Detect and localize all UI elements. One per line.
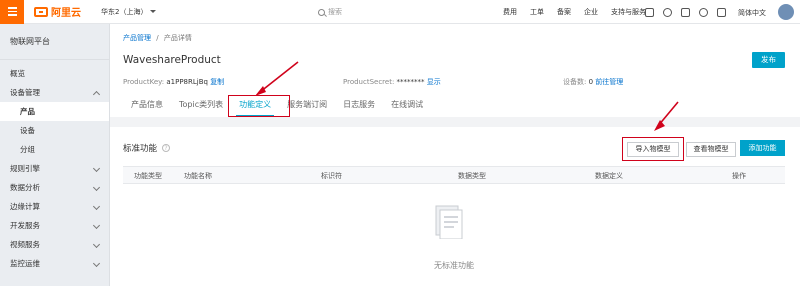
search-icon xyxy=(318,8,325,16)
sidebar-item-rule-engine[interactable]: 规则引擎 xyxy=(0,159,109,178)
sidebar-item-label: 规则引擎 xyxy=(10,164,40,173)
show-secret-link[interactable]: 显示 xyxy=(427,78,441,86)
bell-icon[interactable] xyxy=(663,7,672,17)
column-header: 标识符 xyxy=(321,172,342,180)
product-key-label: ProductKey: xyxy=(123,78,165,86)
tab-log-service[interactable]: 日志服务 xyxy=(335,94,383,117)
main-content: 产品管理 / 产品详情 WaveshareProduct 发布 ProductK… xyxy=(110,24,800,286)
import-highlight-box xyxy=(622,137,684,161)
sidebar-item-edge-computing[interactable]: 边缘计算 xyxy=(0,197,109,216)
sidebar-item-device-management[interactable]: 设备管理 xyxy=(0,83,109,102)
breadcrumb-product-management[interactable]: 产品管理 xyxy=(123,34,151,42)
column-header: 数据类型 xyxy=(458,172,486,180)
sidebar-item-label: 视频服务 xyxy=(10,240,40,249)
publish-button[interactable]: 发布 xyxy=(752,52,785,68)
nav-link-fees[interactable]: 费用 xyxy=(503,7,517,17)
chevron-down-icon xyxy=(92,183,101,192)
home-icon[interactable] xyxy=(717,7,726,17)
sidebar-item-label: 数据分析 xyxy=(10,183,40,192)
language-switch[interactable]: 简体中文 xyxy=(738,8,766,18)
help-icon[interactable]: ? xyxy=(162,144,171,152)
add-function-button[interactable]: 添加功能 xyxy=(740,140,785,156)
product-key-value: a1PP8RLjBq xyxy=(166,78,208,86)
product-secret-value: ******** xyxy=(396,78,425,86)
column-header: 数据定义 xyxy=(595,172,623,180)
nav-link-tickets[interactable]: 工单 xyxy=(530,7,544,17)
chevron-down-icon xyxy=(150,10,157,13)
sidebar-item-device[interactable]: 设备 xyxy=(0,121,109,140)
product-key-info: ProductKey: a1PP8RLjBq 复制 xyxy=(123,77,224,87)
top-bar: 阿里云 华东2（上海） 搜索 费用 工单 备案 企业 支持与服务 简体中文 xyxy=(0,0,800,24)
page-title: WaveshareProduct xyxy=(123,54,221,66)
sidebar-item-data-analysis[interactable]: 数据分析 xyxy=(0,178,109,197)
table-header: 功能类型 功能名称 标识符 数据类型 数据定义 操作 xyxy=(123,166,785,184)
breadcrumb-separator: / xyxy=(156,34,159,42)
aliyun-logo[interactable]: 阿里云 xyxy=(34,4,81,19)
nav-link-support[interactable]: 支持与服务 xyxy=(611,7,646,17)
breadcrumb-product-detail: 产品详情 xyxy=(163,34,192,42)
chevron-down-icon xyxy=(92,202,101,211)
tab-online-debug[interactable]: 在线调试 xyxy=(383,94,431,117)
sidebar-item-label: 概览 xyxy=(10,69,25,78)
sidebar-item-overview[interactable]: 概览 xyxy=(0,64,109,83)
nav-link-filing[interactable]: 备案 xyxy=(557,7,571,17)
sidebar-item-label: 监控运维 xyxy=(10,259,40,268)
sidebar-item-label: 设备管理 xyxy=(10,88,40,97)
empty-state-text: 无标准功能 xyxy=(434,261,474,270)
product-secret-label: ProductSecret: xyxy=(343,78,395,86)
sidebar-item-video-services[interactable]: 视频服务 xyxy=(0,235,109,254)
aliyun-logo-icon xyxy=(34,6,48,17)
sidebar-item-label: 分组 xyxy=(20,145,35,154)
device-count-info: 设备数: 0 前往管理 xyxy=(563,77,623,87)
product-header: 产品管理 / 产品详情 WaveshareProduct 发布 ProductK… xyxy=(110,24,800,117)
sidebar: 物联网平台 概览 设备管理 产品 设备 分组 规则引擎 数据分析 边缘计算 开发… xyxy=(0,24,110,286)
section-title: 标准功能 ? xyxy=(123,142,171,154)
column-header: 功能类型 xyxy=(134,172,162,180)
sidebar-item-label: 设备 xyxy=(20,126,35,135)
region-label: 华东2（上海） xyxy=(101,7,148,16)
cart-icon[interactable] xyxy=(681,7,690,17)
region-selector[interactable]: 华东2（上海） xyxy=(101,7,157,17)
chevron-up-icon xyxy=(92,90,101,99)
sidebar-item-group[interactable]: 分组 xyxy=(0,140,109,159)
terminal-icon[interactable] xyxy=(645,7,654,17)
device-count-value: 0 xyxy=(588,78,594,86)
top-nav-links: 费用 工单 备案 企业 支持与服务 xyxy=(503,0,659,24)
column-header: 操作 xyxy=(732,172,746,180)
breadcrumb: 产品管理 / 产品详情 xyxy=(123,33,192,43)
sidebar-title: 物联网平台 xyxy=(0,24,109,60)
manage-devices-link[interactable]: 前往管理 xyxy=(595,78,623,86)
sidebar-item-product[interactable]: 产品 xyxy=(0,102,109,121)
empty-document-icon xyxy=(435,205,463,239)
copy-link[interactable]: 复制 xyxy=(210,78,224,86)
search-bar[interactable]: 搜索 xyxy=(318,7,342,17)
section-title-text: 标准功能 xyxy=(123,144,158,154)
column-header: 功能名称 xyxy=(184,172,212,180)
product-secret-info: ProductSecret: ******** 显示 xyxy=(343,77,441,87)
logo-text: 阿里云 xyxy=(51,8,81,19)
tab-product-info[interactable]: 产品信息 xyxy=(123,94,171,117)
avatar[interactable] xyxy=(778,4,794,20)
chevron-down-icon xyxy=(92,221,101,230)
sidebar-item-label: 产品 xyxy=(20,107,35,116)
top-icon-group xyxy=(645,0,726,24)
chevron-down-icon xyxy=(92,164,101,173)
tab-highlight-box xyxy=(228,95,290,117)
menu-icon[interactable] xyxy=(0,0,24,24)
help-icon[interactable] xyxy=(699,7,708,17)
function-panel: 标准功能 ? 导入物模型 查看物模型 添加功能 功能类型 功能名称 标识符 数据… xyxy=(110,127,800,286)
search-input[interactable]: 搜索 xyxy=(328,7,342,17)
chevron-down-icon xyxy=(92,240,101,249)
device-count-label: 设备数: xyxy=(563,78,587,86)
sidebar-item-label: 边缘计算 xyxy=(10,202,40,211)
chevron-down-icon xyxy=(92,259,101,268)
view-model-button[interactable]: 查看物模型 xyxy=(686,142,736,157)
tab-topic-list[interactable]: Topic类列表 xyxy=(171,94,231,117)
nav-link-enterprise[interactable]: 企业 xyxy=(584,7,598,17)
sidebar-item-monitoring[interactable]: 监控运维 xyxy=(0,254,109,273)
sidebar-item-label: 开发服务 xyxy=(10,221,40,230)
sidebar-item-dev-services[interactable]: 开发服务 xyxy=(0,216,109,235)
